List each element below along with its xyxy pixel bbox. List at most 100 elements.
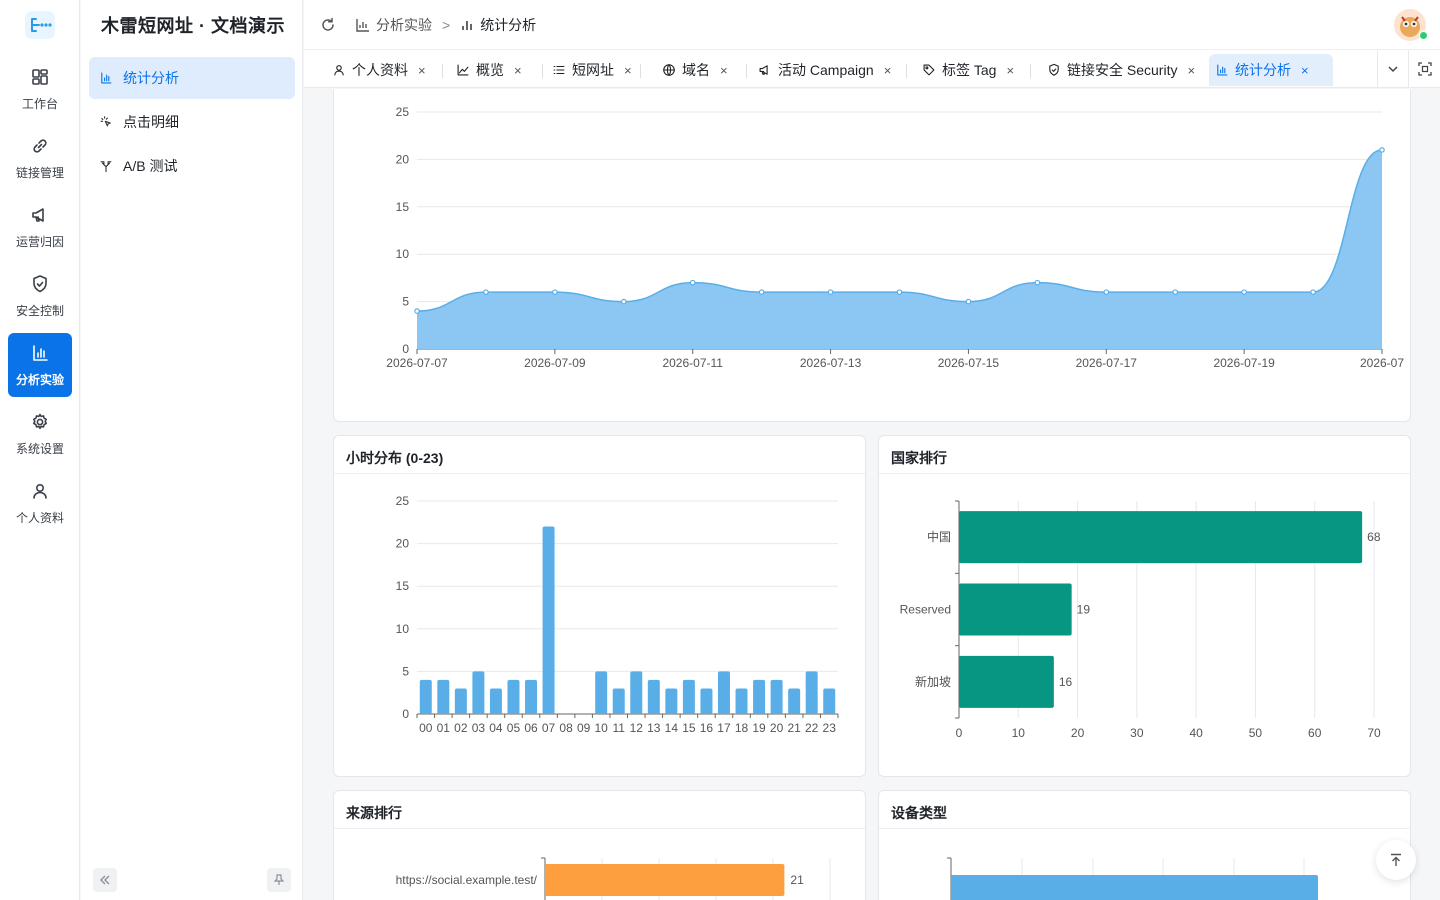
rail-item[interactable]: 系统设置 [8, 402, 72, 466]
y-tick-label: 5 [402, 664, 409, 678]
rail-item-label: 工作台 [21, 96, 58, 111]
y-tick-label: 5 [402, 295, 409, 309]
rail-item[interactable]: 工作台 [8, 57, 72, 121]
y-tick-label: 新加坡 [915, 674, 951, 689]
refresh-icon[interactable] [320, 17, 336, 33]
close-icon[interactable]: × [884, 63, 892, 78]
pin-sidebar-button[interactable] [267, 868, 291, 892]
hourly-chart-card: 小时分布 (0-23) 0 5 10 15 20 25 00 01 02 03 04 05 06 07 08… [333, 435, 866, 777]
bar-value-label: 21 [790, 873, 804, 887]
y-tick-label: 25 [396, 105, 410, 119]
submenu-item[interactable]: 点击明细 [89, 101, 295, 143]
y-tick-label: 15 [396, 579, 410, 593]
x-tick-label: 0 [956, 726, 963, 740]
x-tick-label: 17 [717, 721, 731, 735]
user-icon [33, 483, 47, 499]
bar [525, 679, 538, 714]
x-tick-label: 23 [823, 721, 837, 735]
x-tick-label: 00 [419, 721, 433, 735]
tab-label: 链接安全 Security [1067, 62, 1178, 78]
x-tick-label: 2026-07-09 [524, 356, 586, 370]
x-tick-label: 21 [787, 721, 801, 735]
rail-item-label: 链接管理 [15, 165, 64, 180]
x-tick-label: 2026-07-11 [662, 356, 723, 370]
x-tick-label: 22 [805, 721, 819, 735]
y-tick-label: 20 [396, 152, 410, 166]
rail-item[interactable]: 个人资料 [8, 471, 72, 535]
data-point [689, 279, 696, 286]
data-point [620, 298, 627, 305]
line-chart-icon [457, 64, 469, 76]
bar [419, 679, 432, 714]
fullscreen-icon [1417, 62, 1432, 76]
data-point [1310, 289, 1316, 295]
x-tick-label: 16 [700, 721, 714, 735]
tag-icon [923, 64, 935, 76]
x-tick-label: 15 [682, 721, 696, 735]
x-tick-label: 05 [507, 721, 521, 735]
close-icon[interactable]: × [1301, 63, 1309, 78]
tabs-dropdown-button[interactable] [1377, 50, 1408, 88]
collapse-sidebar-button[interactable] [93, 868, 117, 892]
bar [595, 671, 608, 714]
bar [612, 688, 625, 714]
tab-label: 统计分析 [1235, 62, 1291, 78]
data-point [483, 289, 489, 295]
link-icon [33, 138, 47, 153]
bar [823, 688, 836, 714]
x-tick-label: 70 [1367, 726, 1381, 740]
tab-label: 活动 Campaign [778, 62, 874, 78]
tab[interactable]: 个人资料 × [326, 54, 436, 86]
bar-chart-icon [33, 344, 48, 361]
x-tick-label: 20 [770, 721, 784, 735]
bar-chart-icon [1217, 64, 1228, 76]
rail-item[interactable]: 分析实验 [8, 333, 72, 397]
tab[interactable]: 活动 Campaign × [752, 54, 900, 86]
hourly-bar-chart: 051015202500 01 02 03 04 05 06 07 08 09 10 11 12 13 14… [396, 494, 839, 735]
bar [717, 671, 730, 714]
x-tick-label: 09 [577, 721, 591, 735]
tab-divider [1030, 64, 1031, 78]
data-point [1034, 279, 1041, 286]
bar [542, 526, 555, 714]
submenu-item[interactable]: 统计分析 [89, 57, 295, 99]
close-icon[interactable]: × [418, 63, 426, 78]
x-tick-label: 20 [1071, 726, 1085, 740]
x-tick-label: 08 [559, 721, 573, 735]
logo-icon [31, 18, 52, 32]
close-icon[interactable]: × [1006, 63, 1014, 78]
tab[interactable]: 概览 × [450, 54, 536, 86]
series-line [416, 149, 1383, 312]
close-icon[interactable]: × [720, 63, 728, 78]
close-icon[interactable]: × [624, 63, 632, 78]
app-logo[interactable] [25, 11, 55, 39]
tab[interactable]: 统计分析 × [1209, 54, 1333, 86]
fullscreen-button[interactable] [1408, 50, 1440, 88]
rail-item[interactable]: 运营归因 [8, 195, 72, 259]
close-icon[interactable]: × [514, 63, 522, 78]
submenu-item[interactable]: A/B 测试 [89, 145, 295, 187]
bar [700, 688, 713, 714]
tab[interactable]: 链接安全 Security × [1041, 54, 1207, 86]
tab-divider [640, 64, 641, 78]
submenu-item-label: 统计分析 [123, 70, 179, 86]
rail-item[interactable]: 链接管理 [8, 126, 72, 190]
close-icon[interactable]: × [1187, 63, 1195, 78]
back-to-top-button[interactable] [1376, 840, 1416, 880]
online-status-dot [1419, 31, 1428, 40]
data-point [1379, 147, 1385, 153]
device-bar-chart [947, 857, 1318, 900]
rail-item-label: 系统设置 [15, 441, 64, 456]
rail-item[interactable]: 安全控制 [8, 264, 72, 328]
bar [665, 688, 678, 714]
y-tick-label: 20 [396, 537, 410, 551]
x-tick-label: 2026-07-19 [1213, 356, 1275, 370]
arrow-up-to-top-icon [1391, 853, 1401, 866]
tab[interactable]: 短网址 × [546, 54, 634, 86]
tab-label: 域名 [682, 62, 710, 78]
breadcrumb-parent[interactable]: 分析实验 [376, 15, 432, 35]
tab[interactable]: 标签 Tag × [916, 54, 1024, 86]
tab[interactable]: 域名 × [656, 54, 740, 86]
chevron-down-icon [1388, 66, 1398, 73]
bar [951, 875, 1318, 900]
